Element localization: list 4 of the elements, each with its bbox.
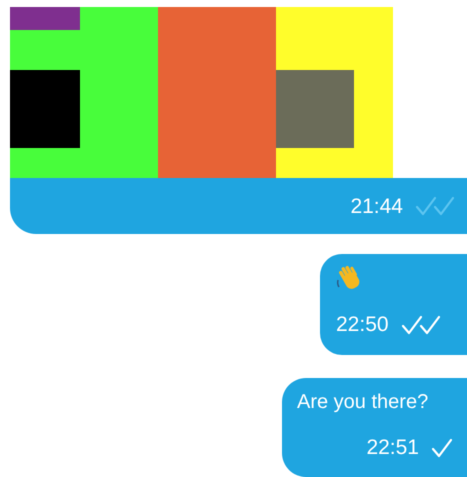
message-time: 22:50 xyxy=(336,314,389,335)
message-time: 22:51 xyxy=(366,437,419,458)
message-text: Are you there? xyxy=(297,390,430,415)
message-time: 21:44 xyxy=(350,196,403,216)
